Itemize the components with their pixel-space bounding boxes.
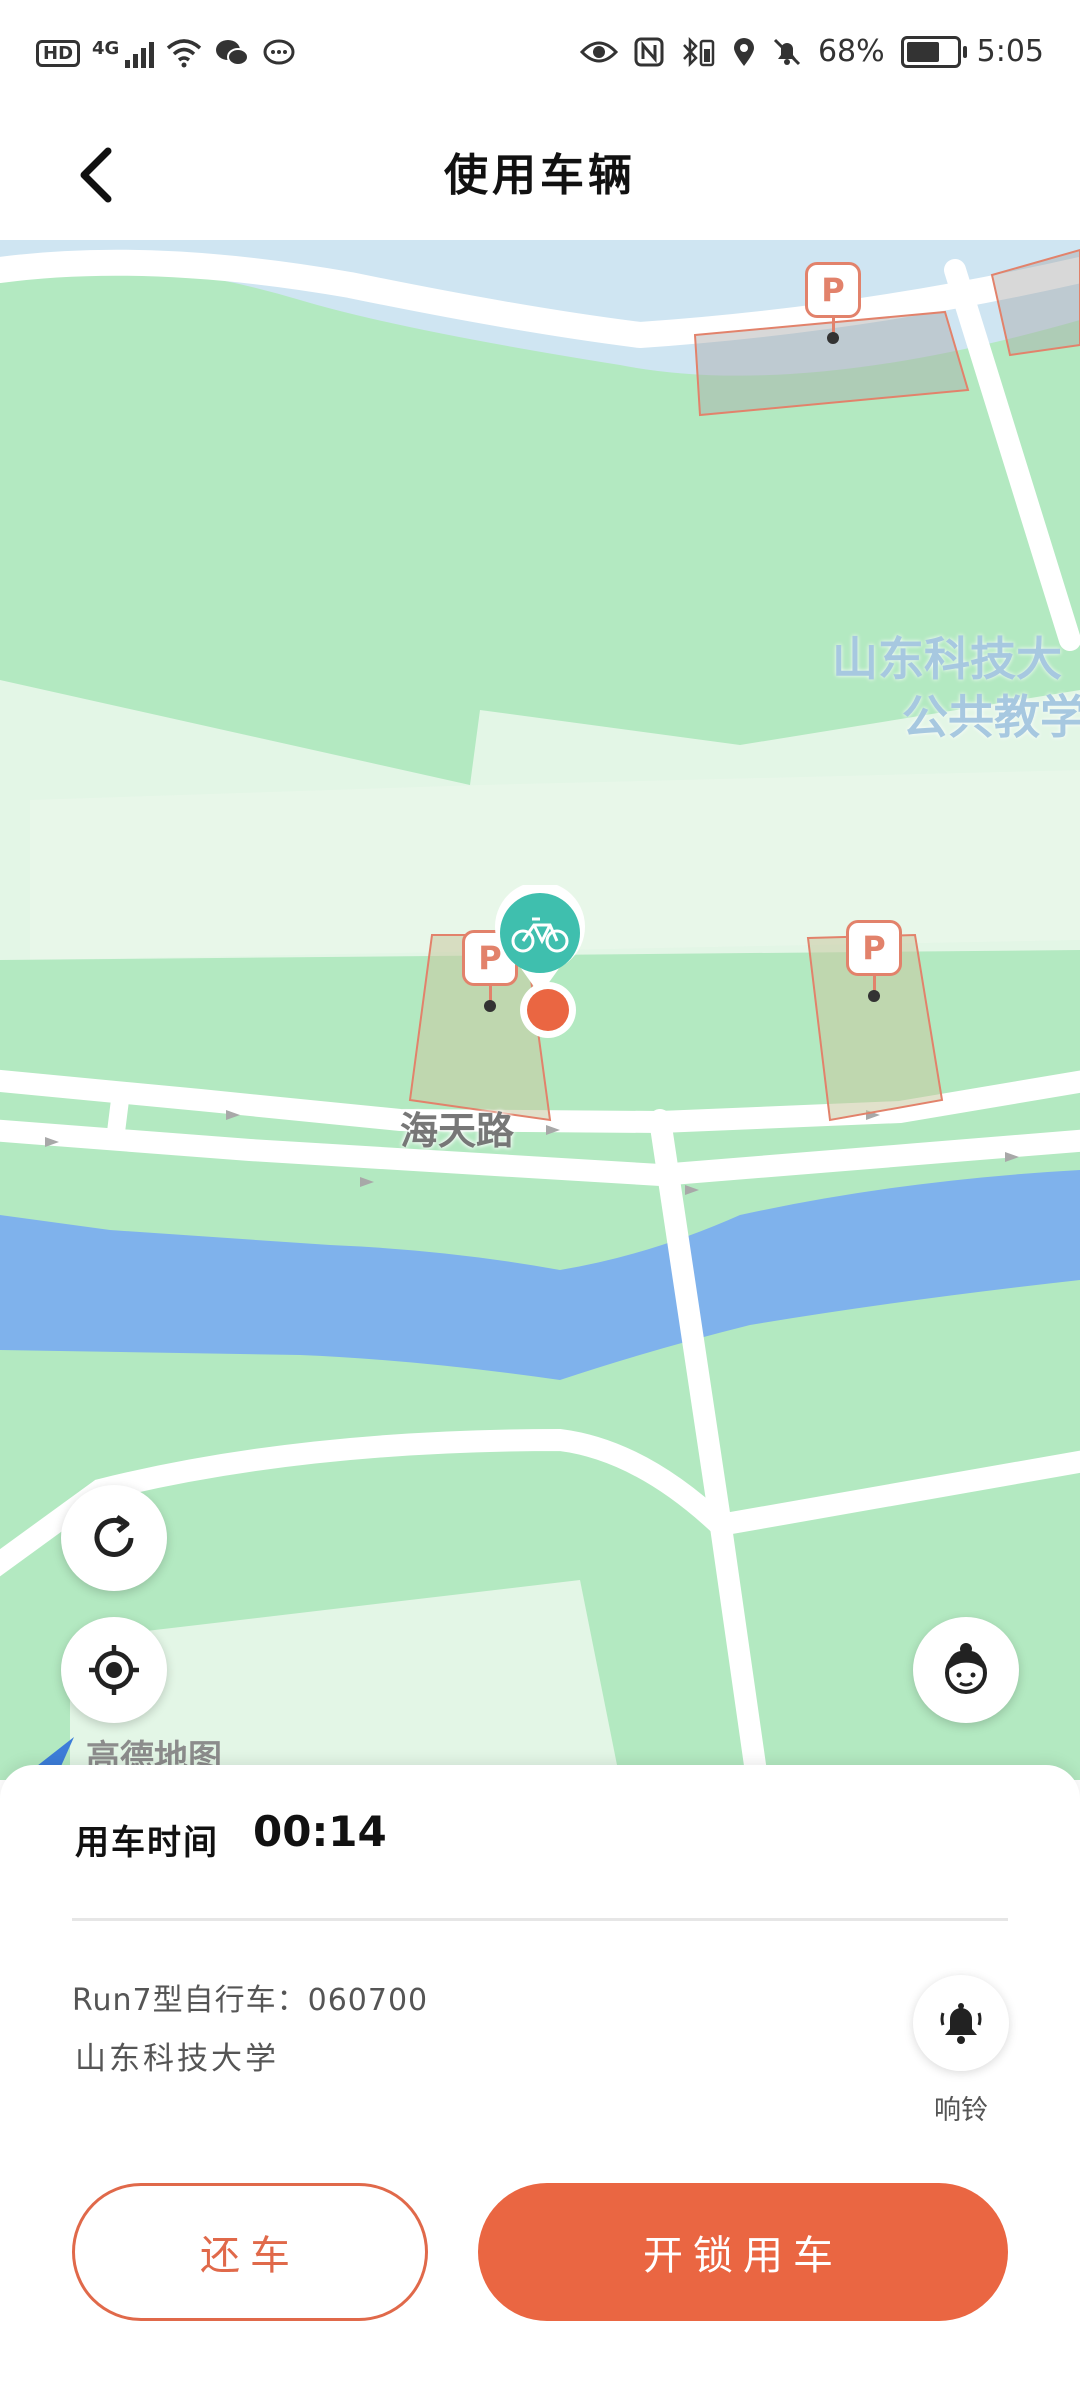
ride-info-sheet: 用车时间 00:14 Run7型自行车：060700 山东科技大学 响铃 还车 … bbox=[0, 1765, 1080, 2400]
app-header: 使用车辆 bbox=[0, 115, 1080, 240]
bike-location: 山东科技大学 bbox=[75, 2041, 279, 2077]
nfc-icon bbox=[634, 37, 664, 66]
status-right: 68% 5:05 bbox=[579, 34, 1044, 69]
bike-info: Run7型自行车：060700 bbox=[72, 1983, 429, 2018]
campus-label-line2: 公共教学 bbox=[902, 690, 1080, 744]
status-left: HD 4G bbox=[36, 38, 296, 68]
divider bbox=[72, 1918, 1008, 1921]
parking-marker-label: P bbox=[805, 262, 861, 318]
parking-marker-right[interactable]: P bbox=[846, 920, 902, 1002]
clock: 5:05 bbox=[976, 34, 1044, 69]
return-bike-button[interactable]: 还车 bbox=[72, 2183, 428, 2321]
refresh-button[interactable] bbox=[61, 1485, 167, 1591]
status-bar: HD 4G 68% 5:05 bbox=[0, 0, 1080, 115]
eye-icon bbox=[579, 41, 618, 62]
page-title: 使用车辆 bbox=[444, 150, 636, 201]
parking-marker-label: P bbox=[846, 920, 902, 976]
hd-badge: HD bbox=[36, 39, 81, 67]
ring-bell-label: 响铃 bbox=[934, 2095, 988, 2126]
bluetooth-icon bbox=[683, 36, 715, 67]
customer-service-button[interactable] bbox=[913, 1617, 1019, 1723]
signal-icon bbox=[125, 38, 155, 68]
refresh-icon bbox=[94, 1514, 134, 1557]
battery-level bbox=[906, 41, 940, 62]
location-icon bbox=[733, 37, 754, 66]
campus-label-line1: 山东科技大 bbox=[832, 632, 1062, 686]
user-location-dot bbox=[520, 982, 576, 1038]
wechat-icon bbox=[216, 40, 250, 66]
locate-button[interactable] bbox=[61, 1617, 167, 1723]
ride-time-value: 00:14 bbox=[253, 1807, 387, 1856]
bell-icon bbox=[940, 2003, 982, 2044]
wifi-icon bbox=[167, 39, 202, 68]
chat-icon bbox=[263, 39, 295, 65]
ring-bell-button[interactable] bbox=[913, 1975, 1009, 2071]
locate-icon bbox=[89, 1645, 139, 1695]
map-view[interactable]: P P P 山东科技大 公共教学 海天路 高德地图 bbox=[0, 240, 1080, 1780]
road-label: 海天路 bbox=[400, 1109, 515, 1153]
unlock-button[interactable]: 开锁用车 bbox=[478, 2183, 1008, 2321]
ride-time-label: 用车时间 bbox=[75, 1823, 219, 1863]
battery-icon bbox=[900, 35, 967, 68]
customer-service-icon bbox=[945, 1643, 987, 1694]
mute-icon bbox=[773, 38, 800, 65]
campus-label: 山东科技大 公共教学 bbox=[832, 630, 1080, 746]
parking-marker-top[interactable]: P bbox=[805, 262, 861, 344]
network-label: 4G bbox=[92, 38, 120, 59]
battery-percent: 68% bbox=[817, 34, 885, 69]
